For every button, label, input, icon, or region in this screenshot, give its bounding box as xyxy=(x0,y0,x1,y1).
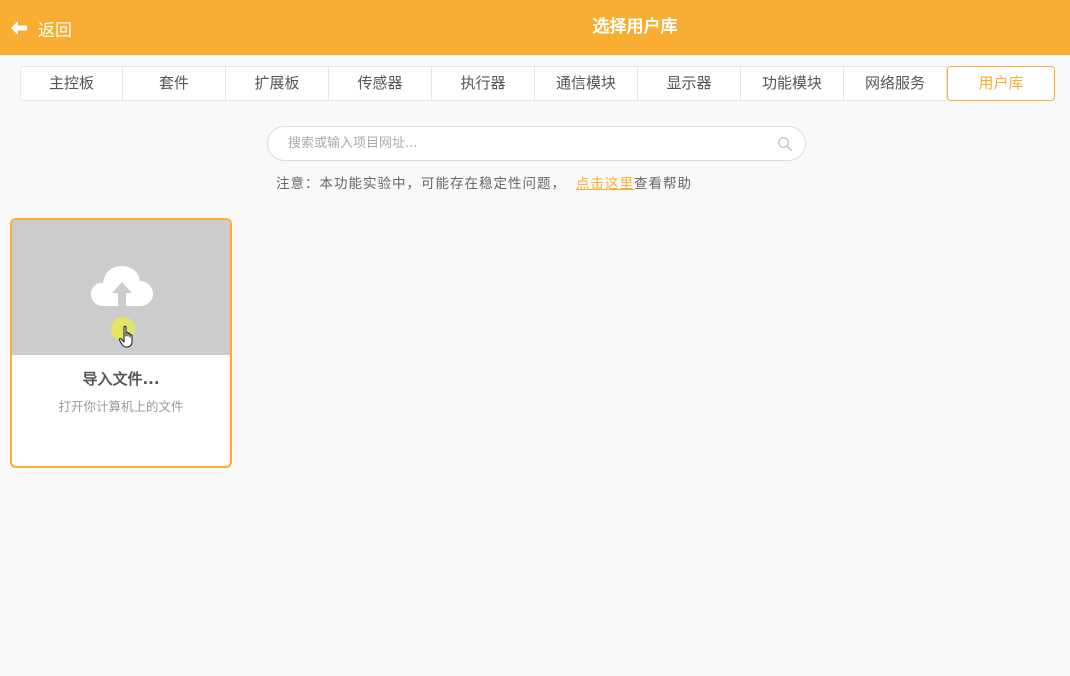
tab-function-modules[interactable]: 功能模块 xyxy=(741,66,844,101)
hand-pointer-icon xyxy=(118,325,133,348)
tab-communication[interactable]: 通信模块 xyxy=(535,66,638,101)
search-box xyxy=(267,126,806,161)
tab-network-services[interactable]: 网络服务 xyxy=(844,66,947,101)
notice-text: 注意：本功能实验中，可能存在稳定性问题， xyxy=(276,176,566,192)
tab-main-board[interactable]: 主控板 xyxy=(20,66,123,101)
header-bar: 选择用户库 返回 xyxy=(0,0,1070,55)
card-description: 打开你计算机上的文件 xyxy=(58,399,184,414)
card-title: 导入文件... xyxy=(82,370,160,388)
tab-displays[interactable]: 显示器 xyxy=(638,66,741,101)
arrow-left-icon xyxy=(11,21,27,35)
tab-kits[interactable]: 套件 xyxy=(123,66,226,101)
tab-expansion-board[interactable]: 扩展板 xyxy=(226,66,329,101)
cloud-upload-icon xyxy=(91,266,153,306)
page-title: 选择用户库 xyxy=(592,17,678,37)
search-icon[interactable] xyxy=(777,136,793,152)
tab-user-library[interactable]: 用户库 xyxy=(947,66,1055,101)
back-label: 返回 xyxy=(38,20,72,41)
card-image-area xyxy=(12,220,230,355)
tab-sensors[interactable]: 传感器 xyxy=(329,66,432,101)
import-file-card[interactable]: 导入文件... 打开你计算机上的文件 xyxy=(10,218,232,468)
experimental-notice: 注意：本功能实验中，可能存在稳定性问题， 点击这里查看帮助 xyxy=(276,172,692,194)
notice-suffix: 查看帮助 xyxy=(634,176,692,192)
back-button[interactable]: 返回 xyxy=(10,14,72,42)
search-input[interactable] xyxy=(268,127,758,160)
help-link[interactable]: 点击这里 xyxy=(576,176,634,192)
tab-actuators[interactable]: 执行器 xyxy=(432,66,535,101)
category-tabs: 主控板 套件 扩展板 传感器 执行器 通信模块 显示器 功能模块 网络服务 用户… xyxy=(20,66,1055,101)
